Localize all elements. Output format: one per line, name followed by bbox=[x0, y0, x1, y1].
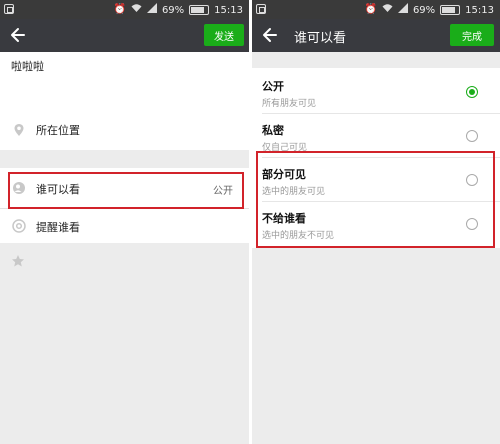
option-label: 私密 bbox=[262, 124, 284, 137]
wifi-icon bbox=[131, 3, 142, 17]
option-public[interactable]: 公开 所有朋友可见 bbox=[252, 70, 500, 114]
star-icon[interactable] bbox=[11, 254, 25, 268]
location-label: 所在位置 bbox=[36, 124, 80, 137]
option-label: 公开 bbox=[262, 80, 284, 93]
location-pin-icon bbox=[14, 124, 24, 136]
at-icon bbox=[12, 219, 26, 233]
section-gap bbox=[0, 150, 249, 168]
visibility-screen: ⏰ 69% 15:13 谁可以看 完成 公开 所有朋友可见 私密 仅自己可见 部… bbox=[252, 0, 500, 444]
notification-icon bbox=[256, 4, 266, 14]
notification-icon bbox=[4, 4, 14, 14]
title-bar: 谁可以看 完成 bbox=[252, 19, 500, 52]
compose-screen: ⏰ 69% 15:13 发送 啦啦啦 所在位置 谁可以看 公开 提醒谁看 bbox=[0, 0, 249, 444]
signal-icon bbox=[146, 3, 157, 17]
status-time: 15:13 bbox=[214, 4, 243, 16]
battery-percent: 69% bbox=[412, 4, 436, 16]
title-bar: 发送 bbox=[0, 19, 249, 52]
post-text: 啦啦啦 bbox=[11, 60, 44, 73]
highlight-box bbox=[8, 172, 244, 209]
send-button[interactable]: 发送 bbox=[204, 24, 244, 46]
bottom-area bbox=[0, 243, 249, 444]
remind-label: 提醒谁看 bbox=[36, 221, 80, 234]
page-title: 谁可以看 bbox=[294, 31, 347, 46]
alarm-icon: ⏰ bbox=[364, 4, 377, 15]
signal-icon bbox=[397, 3, 408, 17]
status-bar: ⏰ 69% 15:13 bbox=[0, 0, 249, 19]
back-arrow-icon[interactable] bbox=[8, 25, 28, 45]
battery-percent: 69% bbox=[161, 4, 185, 16]
option-description: 所有朋友可见 bbox=[262, 99, 317, 109]
done-button[interactable]: 完成 bbox=[450, 24, 494, 46]
status-time: 15:13 bbox=[465, 4, 494, 16]
location-row[interactable]: 所在位置 bbox=[0, 108, 249, 150]
back-arrow-icon[interactable] bbox=[260, 25, 280, 45]
alarm-icon: ⏰ bbox=[113, 4, 126, 15]
highlight-box bbox=[256, 151, 495, 248]
radio-selected[interactable] bbox=[466, 86, 478, 98]
battery-icon bbox=[189, 5, 210, 15]
radio-unselected[interactable] bbox=[466, 130, 478, 142]
remind-row[interactable]: 提醒谁看 bbox=[0, 209, 249, 243]
battery-icon bbox=[440, 5, 461, 15]
wifi-icon bbox=[382, 3, 393, 17]
status-bar: ⏰ 69% 15:13 bbox=[252, 0, 500, 19]
